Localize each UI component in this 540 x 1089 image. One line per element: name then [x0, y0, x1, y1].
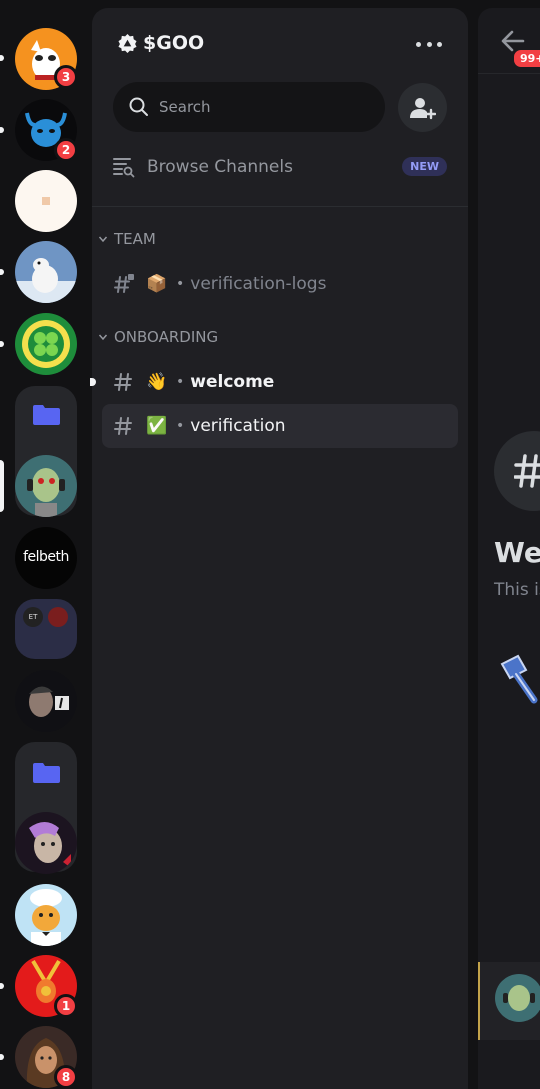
channel-verification-logs[interactable]: 📦 • verification-logs	[102, 262, 458, 306]
add-user-icon	[409, 97, 436, 119]
channel-emoji: 👋	[146, 372, 168, 392]
avatar[interactable]	[495, 974, 540, 1022]
channel-verification[interactable]: ✅ • verification	[102, 404, 458, 448]
search-bar[interactable]	[113, 82, 385, 132]
server-clover-chip-avatar[interactable]	[15, 313, 77, 375]
welcome-subtitle: This is	[494, 580, 540, 600]
category-label: TEAM	[114, 230, 156, 248]
category-label: ONBOARDING	[114, 328, 219, 346]
channel-welcome[interactable]: 👋 • welcome	[102, 360, 458, 404]
separator-dot: •	[176, 374, 185, 390]
hash-icon	[114, 373, 132, 391]
mention-badge: 8	[54, 1065, 78, 1089]
unread-indicator	[0, 127, 4, 133]
channel-name: welcome	[190, 372, 275, 392]
mini-server-et: ET	[23, 607, 43, 627]
server-felbeth-avatar[interactable]: felbeth	[15, 527, 77, 589]
category-onboarding[interactable]: ONBOARDING	[98, 328, 218, 346]
unread-indicator	[0, 1054, 4, 1060]
server-group-folder[interactable]: ET	[15, 599, 77, 659]
separator-dot: •	[176, 276, 185, 292]
new-badge: NEW	[402, 157, 447, 176]
hammer-icon	[500, 654, 538, 704]
channel-name: verification-logs	[190, 274, 327, 294]
unread-count-badge: 99+	[512, 48, 540, 69]
server-chef-avatar[interactable]	[15, 884, 77, 946]
chat-panel: 99+ Wel This is	[478, 8, 540, 1089]
channel-emoji: 📦	[146, 274, 168, 294]
chevron-down-icon	[98, 236, 108, 243]
chevron-down-icon	[98, 334, 108, 341]
mention-badge: 3	[54, 65, 78, 89]
folder-icon	[33, 405, 60, 425]
channel-hash-circle	[494, 431, 540, 511]
mention-badge: 1	[54, 994, 78, 1018]
folder-icon	[33, 763, 60, 783]
server-man-portrait-avatar[interactable]	[15, 670, 77, 732]
locked-hash-icon	[114, 274, 134, 293]
separator-dot: •	[176, 418, 185, 434]
channel-panel: $GOO Browse Channels NEW TEAM 📦 • verifi…	[90, 8, 468, 1089]
server-rail: 3 2 felbeth ET 1 8	[0, 0, 92, 1089]
hash-icon	[514, 454, 540, 488]
browse-channels-label: Browse Channels	[147, 157, 293, 177]
server-plain-square-avatar[interactable]	[15, 170, 77, 232]
channel-emoji: ✅	[146, 416, 168, 436]
welcome-title: Wel	[494, 536, 540, 569]
browse-channels-row[interactable]: Browse Channels NEW	[113, 154, 453, 180]
unread-indicator	[0, 55, 4, 61]
server-header[interactable]: $GOO	[118, 32, 204, 54]
server-label: felbeth	[23, 549, 69, 565]
server-snow-dog-avatar[interactable]	[15, 241, 77, 303]
mini-server-avatar	[48, 607, 68, 627]
server-name: $GOO	[143, 32, 205, 54]
message-row[interactable]	[478, 962, 540, 1040]
server-zombie-headphones-avatar[interactable]	[15, 455, 77, 517]
dot	[437, 41, 442, 47]
unread-indicator	[0, 341, 4, 347]
selected-indicator	[0, 460, 4, 512]
dot	[416, 41, 421, 47]
channel-name: verification	[190, 416, 286, 436]
search-input[interactable]	[159, 98, 359, 116]
search-icon	[129, 97, 148, 116]
unread-indicator	[90, 378, 96, 386]
browse-channels-icon	[113, 158, 135, 178]
dot	[426, 41, 432, 47]
more-options-button[interactable]	[416, 36, 442, 52]
category-team[interactable]: TEAM	[98, 230, 156, 248]
hash-icon	[114, 417, 132, 435]
mention-badge: 2	[54, 138, 78, 162]
divider	[92, 206, 468, 207]
invite-members-button[interactable]	[398, 83, 447, 132]
chat-header: 99+	[478, 8, 540, 74]
unread-indicator	[0, 269, 4, 275]
community-icon	[118, 33, 137, 53]
server-goblin-avatar[interactable]	[15, 812, 77, 874]
unread-indicator	[0, 983, 4, 989]
